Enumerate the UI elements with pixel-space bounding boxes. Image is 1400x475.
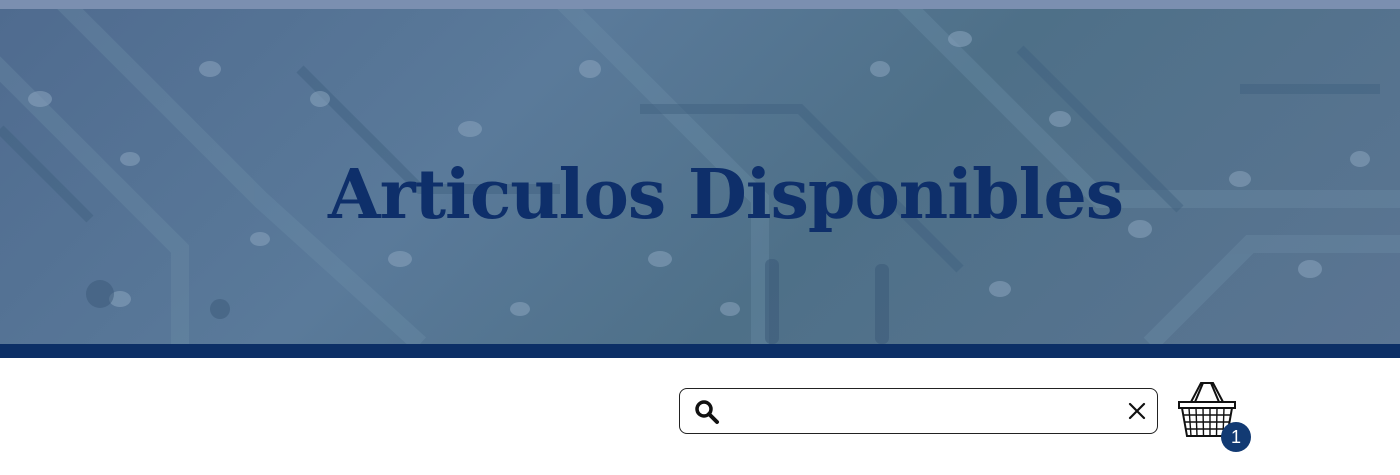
page-title: Articulos Disponibles <box>328 155 1124 235</box>
hero-divider <box>0 344 1400 358</box>
search-icon[interactable] <box>694 399 720 425</box>
top-strip <box>0 0 1400 9</box>
search-input[interactable] <box>732 395 1116 429</box>
cart-count-badge: 1 <box>1221 422 1251 452</box>
hero-banner: Articulos Disponibles <box>0 9 1400 344</box>
search-bar <box>679 388 1158 434</box>
close-icon[interactable] <box>1125 399 1149 423</box>
